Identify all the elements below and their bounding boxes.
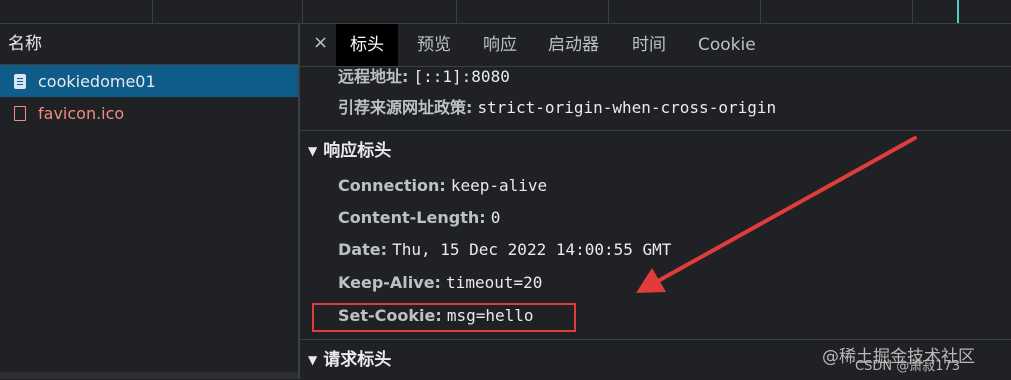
header-row-referrer-policy: 引荐来源网址政策: strict-origin-when-cross-origi…	[338, 94, 776, 118]
response-headers-section-toggle[interactable]: ▼ 响应标头	[300, 130, 1011, 171]
timeline-marker	[957, 0, 959, 23]
header-row-remote-address: 远程地址: [::1]:8080	[338, 63, 510, 87]
tab-timing[interactable]: 时间	[632, 24, 666, 66]
tab-cookies[interactable]: Cookie	[698, 24, 756, 66]
header-key: Content-Length:	[338, 208, 486, 227]
timeline-divider	[760, 0, 761, 23]
header-key: Keep-Alive:	[338, 273, 441, 292]
timeline-divider	[608, 0, 609, 23]
header-key: 远程地址:	[338, 67, 409, 86]
timeline-divider	[912, 0, 913, 23]
header-value: timeout=20	[446, 273, 543, 292]
section-title: 请求标头	[323, 350, 392, 370]
header-key: Date:	[338, 240, 387, 259]
tab-response[interactable]: 响应	[483, 24, 517, 66]
watermark-csdn: CSDN @萧寂173	[855, 359, 961, 374]
timeline-divider	[302, 0, 303, 23]
set-cookie-highlight-box	[312, 303, 576, 332]
network-timeline-overview[interactable]	[0, 0, 1011, 24]
document-icon	[14, 73, 26, 89]
tab-initiator[interactable]: 启动器	[548, 24, 599, 66]
header-value: Thu, 15 Dec 2022 14:00:55 GMT	[392, 240, 672, 259]
request-row-cookiedome01[interactable]: cookiedome01	[0, 65, 298, 97]
timeline-divider	[152, 0, 153, 23]
headers-content: 远程地址: [::1]:8080 引荐来源网址政策: strict-origin…	[300, 66, 1011, 379]
request-list-panel: 名称 cookiedome01 favicon.ico	[0, 24, 300, 379]
header-key: Connection:	[338, 176, 446, 195]
triangle-down-icon: ▼	[308, 353, 318, 367]
horizontal-scrollbar[interactable]	[0, 372, 298, 379]
tab-preview[interactable]: 预览	[417, 24, 451, 66]
header-value: [::1]:8080	[413, 67, 510, 86]
request-row-favicon[interactable]: favicon.ico	[0, 97, 298, 129]
header-key: 引荐来源网址政策:	[338, 98, 473, 117]
triangle-down-icon: ▼	[308, 144, 318, 158]
header-value: strict-origin-when-cross-origin	[477, 98, 777, 117]
header-row-connection: Connection: keep-alive	[338, 176, 547, 195]
section-title: 响应标头	[323, 141, 392, 161]
close-icon[interactable]: ×	[313, 32, 328, 53]
timeline-divider	[456, 0, 457, 23]
name-column-header[interactable]: 名称	[0, 24, 298, 65]
file-error-icon	[14, 105, 26, 121]
header-row-content-length: Content-Length: 0	[338, 208, 500, 227]
header-value: 0	[490, 208, 501, 227]
request-name: cookiedome01	[38, 71, 156, 91]
header-row-keep-alive: Keep-Alive: timeout=20	[338, 273, 542, 292]
tab-headers[interactable]: 标头	[336, 24, 398, 66]
header-value: keep-alive	[450, 176, 548, 195]
request-name: favicon.ico	[38, 103, 125, 123]
detail-tabs: × 标头 预览 响应 启动器 时间 Cookie	[300, 24, 1011, 67]
header-row-date: Date: Thu, 15 Dec 2022 14:00:55 GMT	[338, 240, 671, 259]
